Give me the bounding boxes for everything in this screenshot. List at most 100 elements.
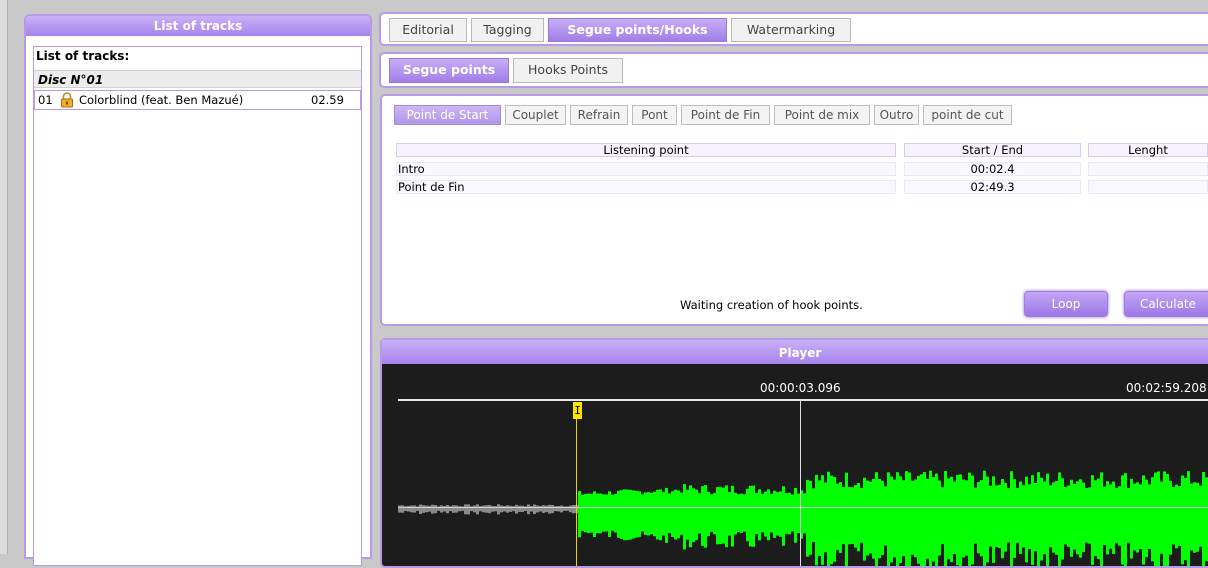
waveform-bar	[1199, 485, 1202, 547]
waveform-bar	[755, 492, 758, 535]
waveform-bar	[953, 481, 956, 555]
waveform-bar	[701, 486, 704, 546]
player-header: Player	[382, 340, 1208, 364]
waveform-bar	[968, 472, 971, 566]
waveform-bar	[401, 505, 404, 513]
waveform-bar	[890, 476, 893, 563]
header-length: Lenght	[1088, 143, 1208, 157]
waveform-bar	[419, 504, 422, 515]
waveform-bar	[614, 493, 617, 533]
waveform-bar	[1145, 479, 1148, 558]
tab-refrain[interactable]: Refrain	[570, 105, 628, 125]
waveform-bar	[944, 470, 947, 566]
waveform-center-line	[398, 507, 1208, 508]
waveform-bar	[767, 489, 770, 541]
waveform-bar	[1025, 476, 1028, 563]
waveform-bar	[842, 487, 845, 545]
header-listening-point: Listening point	[396, 143, 896, 157]
waveform-bar	[992, 476, 995, 563]
waveform-bar	[536, 505, 539, 513]
waveform-bar	[1085, 488, 1088, 543]
waveform-bar	[1175, 484, 1178, 549]
waveform-bar	[749, 485, 752, 547]
tab-pont[interactable]: Pont	[632, 105, 677, 125]
disc-label: Disc N°01	[34, 70, 361, 88]
waveform-bar	[1136, 482, 1139, 553]
tracks-panel-header: List of tracks	[26, 16, 370, 36]
waveform-bar	[857, 483, 860, 552]
waveform-bar	[425, 505, 428, 513]
start-marker-line[interactable]	[576, 402, 577, 566]
waveform-bar	[1064, 486, 1067, 545]
tab-couplet[interactable]: Couplet	[505, 105, 566, 125]
waveform-bar	[932, 477, 935, 562]
tab-hooks-points[interactable]: Hooks Points	[513, 58, 623, 83]
waveform-bar	[1004, 482, 1007, 552]
waveform-area[interactable]: 00:00:03.096 00:02:59.208 I	[386, 366, 1208, 566]
waveform-bar	[1058, 472, 1061, 566]
tab-outro[interactable]: Outro	[874, 105, 919, 125]
waveform-bar	[1016, 487, 1019, 543]
waveform-bar	[1061, 478, 1064, 560]
points-table: Listening point Start / End Lenght Intro…	[396, 143, 1208, 203]
waveform-bar	[623, 489, 626, 541]
waveform-bar	[1043, 481, 1046, 555]
waveform-bar	[596, 493, 599, 534]
loop-button[interactable]: Loop	[1024, 291, 1108, 317]
row-time[interactable]: 00:02.4	[904, 162, 1081, 176]
waveform-bar	[1073, 483, 1076, 550]
row-length[interactable]	[1088, 180, 1208, 194]
tab-segue-points-hooks[interactable]: Segue points/Hooks	[548, 18, 727, 42]
waveform-bar	[533, 504, 536, 515]
waveform-bar	[725, 485, 728, 548]
tab-point-de-mix[interactable]: Point de mix	[774, 105, 870, 125]
start-marker-label[interactable]: I	[573, 402, 582, 419]
row-point[interactable]: Intro	[396, 162, 896, 176]
waveform-bar	[734, 492, 737, 535]
waveform-bar	[521, 505, 524, 512]
waveform-bar	[1121, 475, 1124, 565]
waveform-bar	[1070, 479, 1073, 557]
playhead-line[interactable]	[800, 399, 801, 566]
waveform-bar	[1028, 484, 1031, 550]
waveform-bar	[917, 475, 920, 564]
waveform-bar	[512, 506, 515, 512]
waveform-bar	[611, 494, 614, 531]
waveform-bar	[1019, 481, 1022, 554]
tab-point-de-start[interactable]: Point de Start	[394, 105, 501, 125]
calculate-button[interactable]: Calculate	[1124, 291, 1208, 317]
tab-point-de-fin[interactable]: Point de Fin	[681, 105, 770, 125]
waveform-bar	[803, 493, 806, 534]
row-length[interactable]	[1088, 162, 1208, 176]
waveform-bar	[1163, 471, 1166, 566]
waveform-bar	[758, 489, 761, 541]
waveform-bar	[830, 475, 833, 565]
left-panel	[0, 0, 8, 554]
waveform-bar	[1046, 473, 1049, 566]
waveform-bar	[641, 494, 644, 532]
waveform-bar	[860, 487, 863, 543]
waveform-bar	[1166, 474, 1169, 566]
row-time[interactable]: 02:49.3	[904, 180, 1081, 194]
waveform-bar	[398, 505, 401, 513]
tab-point-de-cut[interactable]: point de cut	[923, 105, 1012, 125]
tab-segue-points[interactable]: Segue points	[389, 58, 509, 83]
tab-tagging[interactable]: Tagging	[471, 18, 544, 42]
waveform-bar	[689, 485, 692, 548]
waveform-bar	[1115, 487, 1118, 543]
waveform-bar	[452, 505, 455, 513]
row-point[interactable]: Point de Fin	[396, 180, 896, 194]
tab-watermarking[interactable]: Watermarking	[731, 18, 851, 42]
waveform-bar	[1172, 486, 1175, 545]
track-row[interactable]: 01 Colorblind (feat. Ben Mazué) 02.59	[34, 90, 361, 110]
waveform-bar	[404, 506, 407, 512]
waveform-bar	[815, 474, 818, 566]
waveform-bar	[722, 487, 725, 544]
waveform-bar	[719, 487, 722, 545]
tab-editorial[interactable]: Editorial	[389, 18, 467, 42]
waveform-bar	[605, 494, 608, 532]
waveform-bar	[635, 490, 638, 538]
waveform-bar	[1127, 487, 1130, 543]
waveform-bar	[1103, 486, 1106, 546]
waveform-bar	[1112, 481, 1115, 554]
